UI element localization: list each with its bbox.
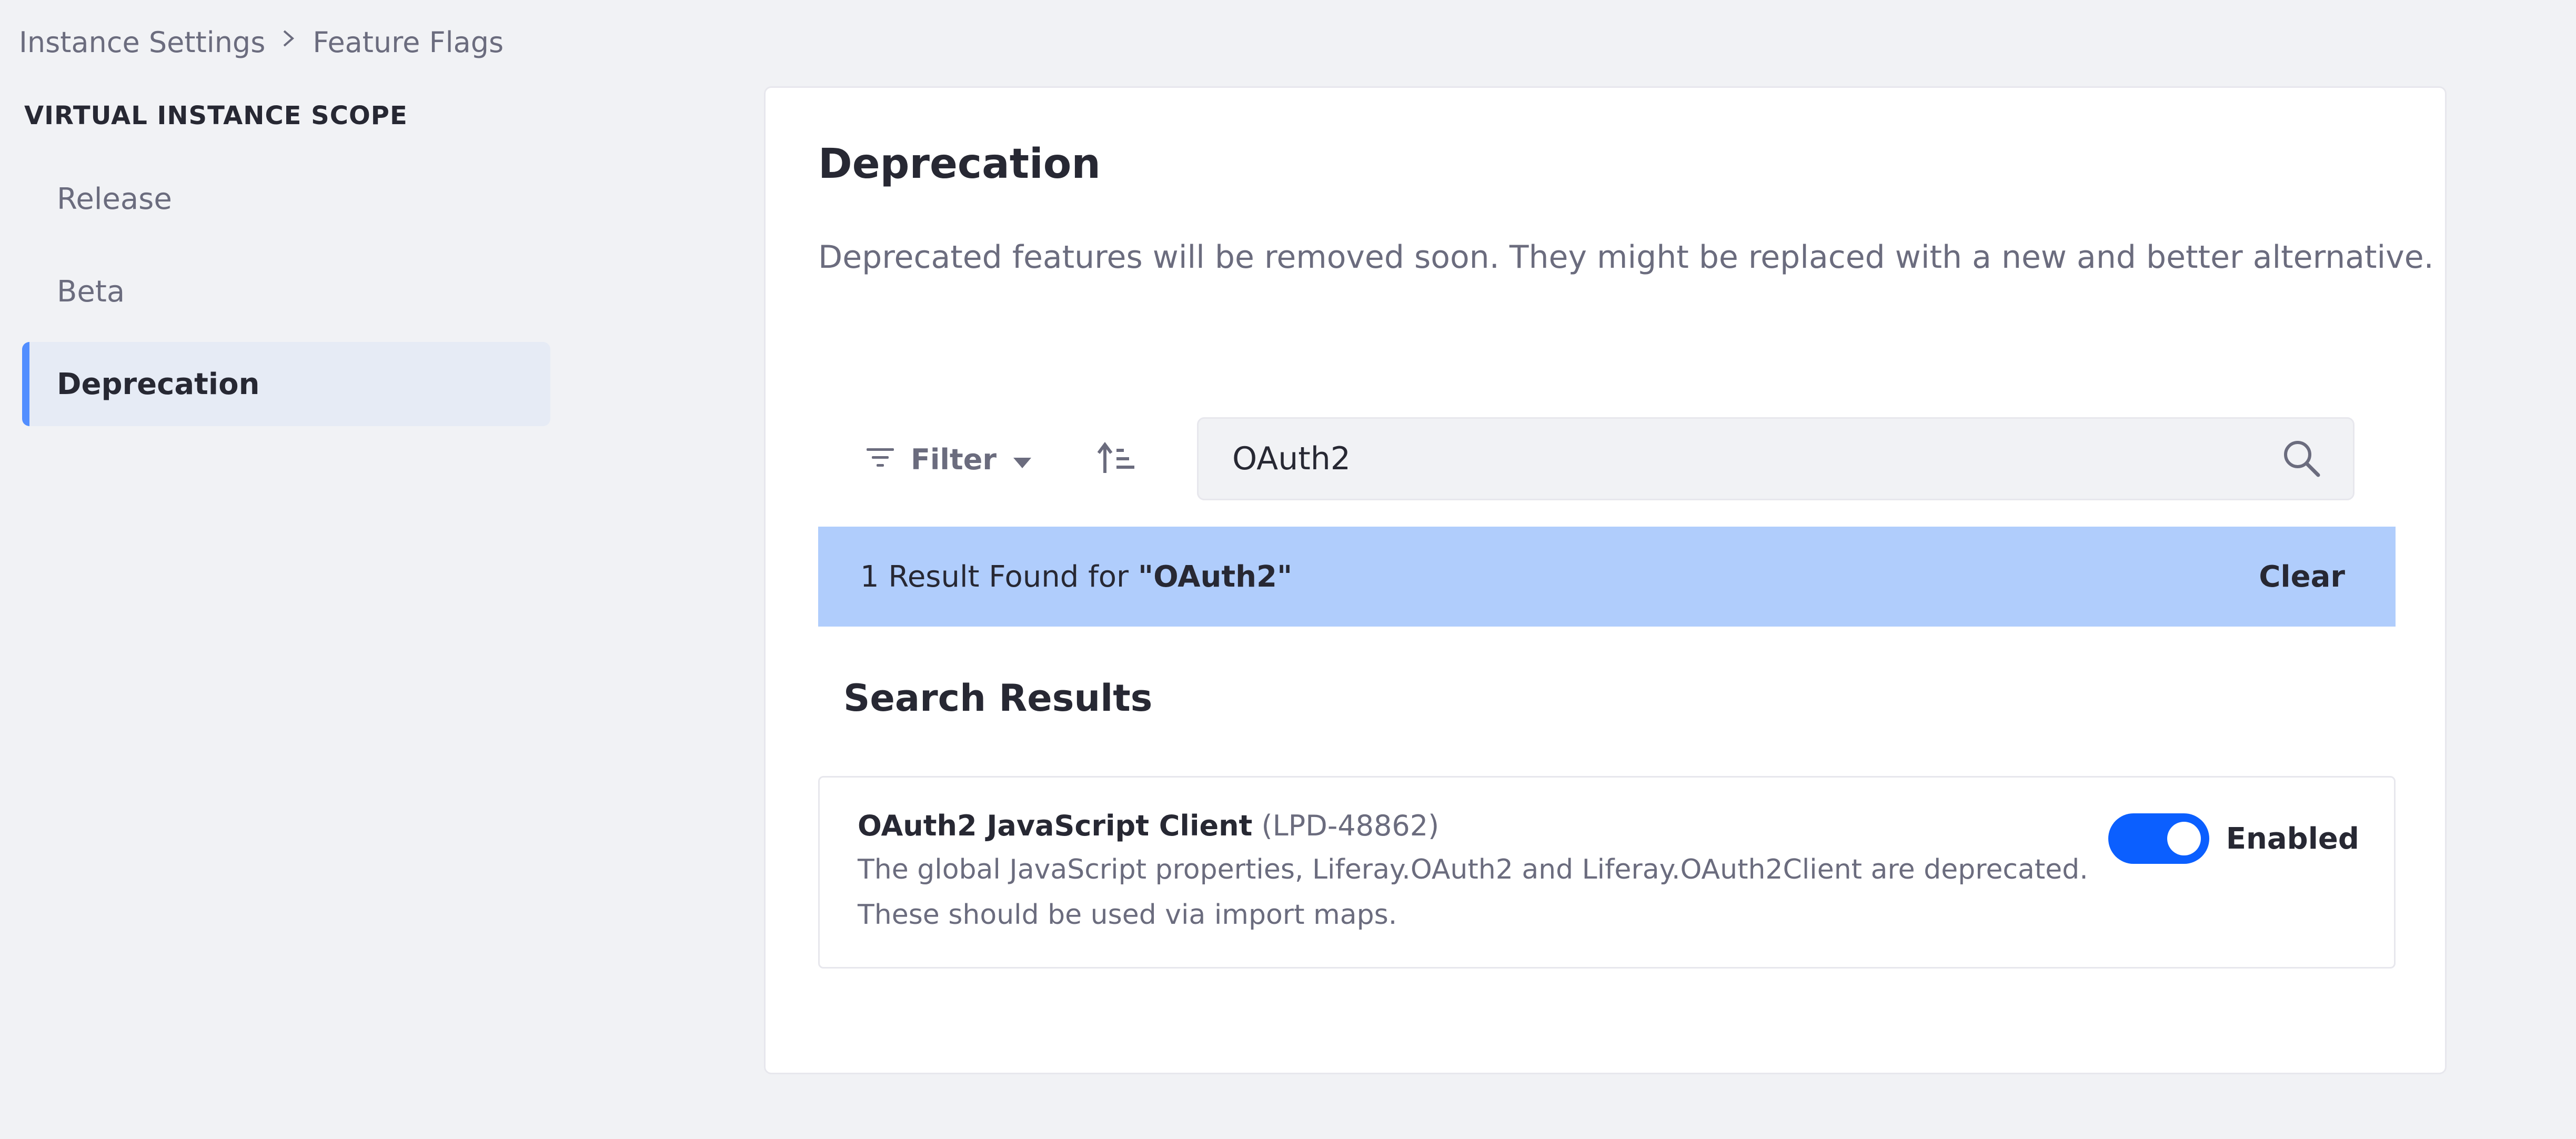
- toggle-label: Enabled: [2226, 821, 2359, 856]
- results-query: "OAuth2": [1138, 559, 1293, 594]
- sidebar-item-label: Release: [57, 182, 172, 216]
- clear-button[interactable]: Clear: [2259, 560, 2345, 594]
- filter-label: Filter: [911, 442, 997, 476]
- feature-flags-page: Instance Settings Feature Flags VIRTUAL …: [0, 0, 2576, 1139]
- search-icon[interactable]: [2280, 437, 2321, 480]
- sort-ascending-icon: [1097, 441, 1135, 477]
- deprecation-panel: Deprecation Deprecated features will be …: [764, 86, 2447, 1074]
- filter-button[interactable]: Filter: [866, 443, 1032, 476]
- feature-flag-card: OAuth2 JavaScript Client (LPD-48862) The…: [818, 776, 2396, 969]
- page-description: Deprecated features will be removed soon…: [818, 239, 2434, 276]
- sidebar-heading: VIRTUAL INSTANCE SCOPE: [24, 101, 408, 130]
- chevron-right-icon: [281, 24, 297, 61]
- results-summary-bar: 1 Result Found for "OAuth2" Clear: [818, 527, 2396, 627]
- sidebar-item-label: Beta: [57, 274, 125, 309]
- feature-flag-description-line2: These should be used via import maps.: [858, 899, 1397, 931]
- feature-flag-title: OAuth2 JavaScript Client: [858, 809, 1253, 842]
- feature-flag-title-line: OAuth2 JavaScript Client (LPD-48862): [858, 805, 2094, 847]
- page-title: Deprecation: [818, 140, 1101, 188]
- search-bar: [1197, 417, 2354, 500]
- sidebar-item-beta[interactable]: Beta: [22, 249, 550, 334]
- management-toolbar: Filter: [866, 417, 1135, 501]
- search-results-heading: Search Results: [843, 677, 1153, 720]
- breadcrumb-instance-settings[interactable]: Instance Settings: [19, 24, 265, 61]
- sidebar-item-release[interactable]: Release: [22, 157, 550, 241]
- sort-button[interactable]: [1097, 441, 1135, 477]
- filter-icon: [866, 443, 895, 476]
- caret-down-icon: [1012, 443, 1032, 476]
- search-input[interactable]: [1232, 440, 2280, 477]
- toggle-knob: [2167, 822, 2201, 855]
- enabled-toggle[interactable]: [2108, 813, 2209, 864]
- sidebar-item-label: Deprecation: [57, 367, 260, 401]
- breadcrumb-feature-flags: Feature Flags: [313, 26, 504, 59]
- feature-flag-description-line1: The global JavaScript properties, Lifera…: [858, 854, 2088, 885]
- feature-flag-id: (LPD-48862): [1261, 809, 1440, 842]
- sidebar-item-deprecation[interactable]: Deprecation: [22, 342, 550, 426]
- results-summary: 1 Result Found for "OAuth2": [860, 560, 1292, 594]
- results-count-text: 1 Result Found for: [860, 559, 1129, 594]
- feature-flag-info: OAuth2 JavaScript Client (LPD-48862) The…: [858, 805, 2094, 938]
- feature-flag-toggle-group: Enabled: [2108, 813, 2359, 864]
- sidebar: VIRTUAL INSTANCE SCOPE Release Beta Depr…: [22, 100, 550, 435]
- breadcrumb: Instance Settings Feature Flags: [19, 24, 504, 61]
